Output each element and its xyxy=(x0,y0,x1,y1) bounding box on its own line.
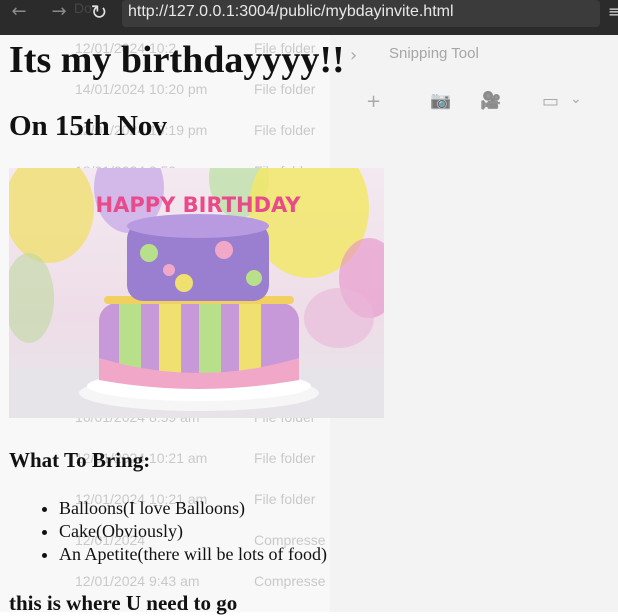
snip-title: Snipping Tool xyxy=(389,45,479,62)
back-icon[interactable]: ← xyxy=(4,0,34,28)
list-item: Cake(Obviously) xyxy=(59,520,327,543)
browser-toolbar: ← → ↻ http://127.0.0.1:3004/public/mybda… xyxy=(0,0,618,35)
bring-list: Balloons(I love Balloons) Cake(Obviously… xyxy=(9,497,327,566)
page-title: Its my birthdayyyy!! xyxy=(9,39,345,81)
menu-icon[interactable]: ≡ xyxy=(608,2,618,24)
snip-new-icon: + xyxy=(366,91,382,112)
file-type: File folder xyxy=(254,81,316,97)
shape-mode-icon: ▭ xyxy=(542,91,560,112)
file-date: 12/01/2024 9:43 am xyxy=(75,573,200,589)
video-icon: 🎥 xyxy=(480,91,502,111)
file-type: File folder xyxy=(254,450,316,466)
cake-illustration: HAPPY BIRTHDAY xyxy=(9,168,384,418)
forward-icon[interactable]: → xyxy=(44,0,74,28)
camera-icon: 📷 xyxy=(430,91,452,111)
chevron-down-icon: ⌄ xyxy=(570,91,582,107)
list-item: 14/01/2024 10:20 pm File folder xyxy=(0,81,330,101)
cake-topper-text: HAPPY BIRTHDAY xyxy=(96,193,302,217)
birthday-cake-image: HAPPY BIRTHDAY xyxy=(9,168,384,418)
what-to-bring-heading: What To Bring: xyxy=(9,448,151,472)
list-item: An Apetite(there will be lots of food) xyxy=(59,543,327,566)
file-date: 14/01/2024 10:20 pm xyxy=(75,81,208,97)
file-type: File folder xyxy=(254,122,316,138)
location-heading: this is where U need to go xyxy=(9,591,238,615)
snip-sidebar-icon: › xyxy=(350,45,358,66)
list-item: Balloons(I love Balloons) xyxy=(59,497,327,520)
explorer-header: Do xyxy=(74,0,92,16)
list-item: 12/01/2024 9:43 am Compresse xyxy=(0,573,330,593)
event-date: On 15th Nov xyxy=(9,110,167,142)
address-bar[interactable]: http://127.0.0.1:3004/public/mybdayinvit… xyxy=(122,0,600,27)
file-type: Compresse xyxy=(254,573,326,589)
